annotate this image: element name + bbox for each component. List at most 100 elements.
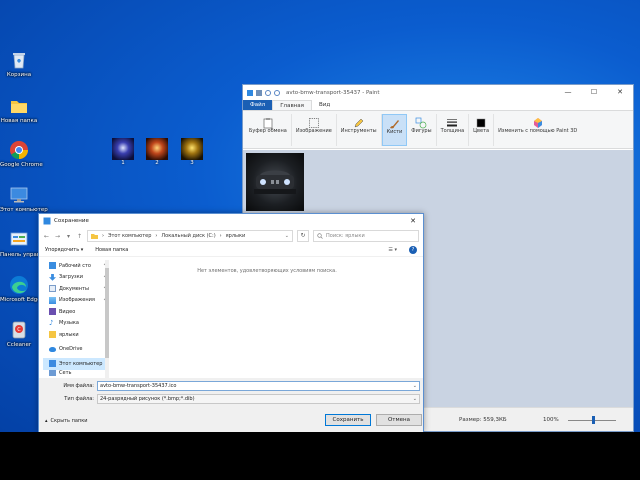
empty-folder-message: Нет элементов, удовлетворяющих условиям … (197, 268, 337, 274)
refresh-icon[interactable]: ↻ (297, 230, 309, 242)
recent-locations-icon[interactable]: ▾ (65, 233, 72, 240)
breadcrumb-this-pc[interactable]: Этот компьютер (108, 233, 151, 239)
paint-ribbon-tabs: Файл Главная Вид (243, 100, 633, 111)
canvas-image-bmw[interactable] (246, 153, 304, 211)
back-arrow-icon[interactable]: ← (43, 233, 50, 240)
new-folder-button[interactable]: Новая папка (95, 247, 128, 253)
paint3d-icon (532, 114, 544, 128)
maximize-icon[interactable]: ☐ (581, 85, 607, 100)
search-input[interactable]: Поиск: ярлыки (313, 230, 419, 242)
video-icon (49, 308, 56, 316)
breadcrumb-local-disk[interactable]: Локальный диск (C:) (161, 233, 215, 239)
computer-icon (9, 185, 29, 205)
desktop-icon-recycle-bin[interactable]: Корзина (0, 50, 38, 78)
navigation-scrollbar[interactable] (105, 260, 109, 378)
edge-icon (9, 275, 29, 295)
close-icon[interactable]: ✕ (607, 85, 633, 100)
tab-file[interactable]: Файл (243, 100, 273, 110)
nav-item-onedrive[interactable]: OneDrive (43, 344, 109, 356)
chrome-icon (9, 140, 29, 160)
svg-text:C: C (17, 327, 21, 333)
undo-icon[interactable] (265, 89, 271, 96)
breadcrumb-separator: › (219, 233, 222, 239)
ribbon-thickness[interactable]: Толщина (437, 114, 470, 146)
desktop-folder-icon (49, 262, 56, 270)
organize-button[interactable]: Упорядочить ▾ (45, 247, 83, 253)
nav-item-music[interactable]: ♪ Музыка (43, 318, 109, 330)
ribbon-tools[interactable]: Инструменты (337, 114, 382, 146)
folder-icon (49, 331, 56, 339)
nav-item-videos[interactable]: Видео (43, 306, 109, 318)
ribbon-paint3d[interactable]: Изменить с помощью Paint 3D (494, 114, 581, 146)
desktop-icon-chrome[interactable]: Google Chrome (0, 140, 43, 168)
breadcrumb-shortcuts[interactable]: ярлыки (226, 233, 246, 239)
chevron-down-icon[interactable]: ⌄ (413, 396, 419, 402)
hide-folders-toggle[interactable]: ▴ Скрыть папки (45, 418, 87, 424)
zoom-slider-thumb[interactable] (592, 416, 595, 424)
address-row: ← → ▾ ↑ › Этот компьютер › Локальный дис… (39, 228, 423, 244)
paint-app-icon (43, 217, 51, 225)
ribbon-brushes[interactable]: Кисти (381, 114, 408, 146)
address-dropdown-icon[interactable]: ⌄ (285, 233, 292, 239)
nav-item-network[interactable]: Сеть (43, 369, 109, 376)
desktop-icon-ccleaner[interactable]: C Ccleaner (0, 320, 38, 348)
music-note-icon: ♪ (49, 318, 54, 327)
search-icon (317, 233, 323, 239)
nav-item-downloads[interactable]: Загрузки ✦ (43, 272, 109, 284)
cancel-button[interactable]: Отмена (376, 414, 422, 426)
dialog-title: Сохранение (54, 218, 89, 224)
nav-item-pictures[interactable]: Изображения ✦ (43, 295, 109, 307)
save-button[interactable]: Сохранить (325, 414, 371, 426)
chevron-up-icon: ▴ (45, 418, 48, 424)
save-icon[interactable] (256, 89, 262, 96)
paint-app-icon (247, 89, 253, 96)
address-bar[interactable]: › Этот компьютер › Локальный диск (C:) ›… (87, 230, 293, 242)
nav-item-documents[interactable]: Документы ✦ (43, 283, 109, 295)
nav-item-shortcuts[interactable]: ярлыки (43, 329, 109, 341)
up-arrow-icon[interactable]: ↑ (76, 233, 83, 240)
desktop-image-3[interactable]: 3 (180, 138, 204, 166)
document-icon (49, 285, 56, 293)
minimize-icon[interactable]: — (555, 85, 581, 100)
desktop-image-1[interactable]: 1 (111, 138, 135, 166)
ribbon-shapes[interactable]: Фигуры (407, 114, 437, 146)
tab-view[interactable]: Вид (312, 100, 337, 110)
view-options-icon[interactable]: ☰ ▾ (388, 247, 397, 253)
forward-arrow-icon[interactable]: → (54, 233, 61, 240)
clipboard-icon (262, 114, 274, 129)
status-size: Размер: 559,3КБ (459, 417, 507, 423)
network-icon (49, 369, 56, 376)
chevron-down-icon[interactable]: ⌄ (413, 383, 419, 389)
filetype-row: Тип файла: 24-разрядный рисунок (*.bmp;*… (39, 394, 420, 404)
redo-icon[interactable] (274, 89, 280, 96)
command-bar: Упорядочить ▾ Новая папка ☰ ▾ ? (39, 244, 423, 257)
taskbar (0, 432, 640, 480)
close-icon[interactable]: ✕ (403, 217, 423, 225)
image-thumbnail-icon (112, 138, 134, 160)
desktop-icon-this-pc[interactable]: Этот компьютер (0, 185, 48, 213)
folder-icon (91, 234, 98, 239)
download-arrow-icon (49, 273, 56, 281)
scrollbar-thumb[interactable] (105, 268, 109, 358)
image-select-icon (308, 114, 320, 128)
nav-item-desktop[interactable]: Рабочий сто ✦ (43, 260, 109, 272)
help-icon[interactable]: ? (409, 246, 417, 254)
ribbon-colors[interactable]: Цвета (469, 114, 495, 146)
filename-field[interactable]: avto-bmw-transport-35437.ico ⌄ (97, 381, 420, 391)
breadcrumb-separator: › (155, 233, 158, 239)
brush-icon (388, 115, 400, 129)
nav-item-this-pc[interactable]: Этот компьютер (43, 358, 109, 370)
desktop-image-2[interactable]: 2 (145, 138, 169, 166)
tab-home[interactable]: Главная (272, 100, 312, 110)
ribbon-image[interactable]: Изображение (292, 114, 337, 146)
paint-ribbon: Буфер обмена Изображение Инструменты Кис… (243, 111, 633, 149)
ribbon-clipboard[interactable]: Буфер обмена (245, 114, 292, 146)
desktop-icon-edge[interactable]: Microsoft Edge (0, 275, 41, 303)
dialog-titlebar: Сохранение ✕ (39, 214, 423, 228)
desktop-icon-control-panel[interactable]: Панель управления (0, 230, 57, 258)
desktop: Корзина Новая папка Google Chrome Этот к… (0, 0, 640, 432)
paint-titlebar: avto-bmw-transport-35437 - Paint — ☐ ✕ (243, 85, 633, 100)
filetype-select[interactable]: 24-разрядный рисунок (*.bmp;*.dib) ⌄ (97, 394, 420, 404)
folder-icon (9, 96, 29, 116)
desktop-icon-new-folder[interactable]: Новая папка (0, 96, 38, 124)
